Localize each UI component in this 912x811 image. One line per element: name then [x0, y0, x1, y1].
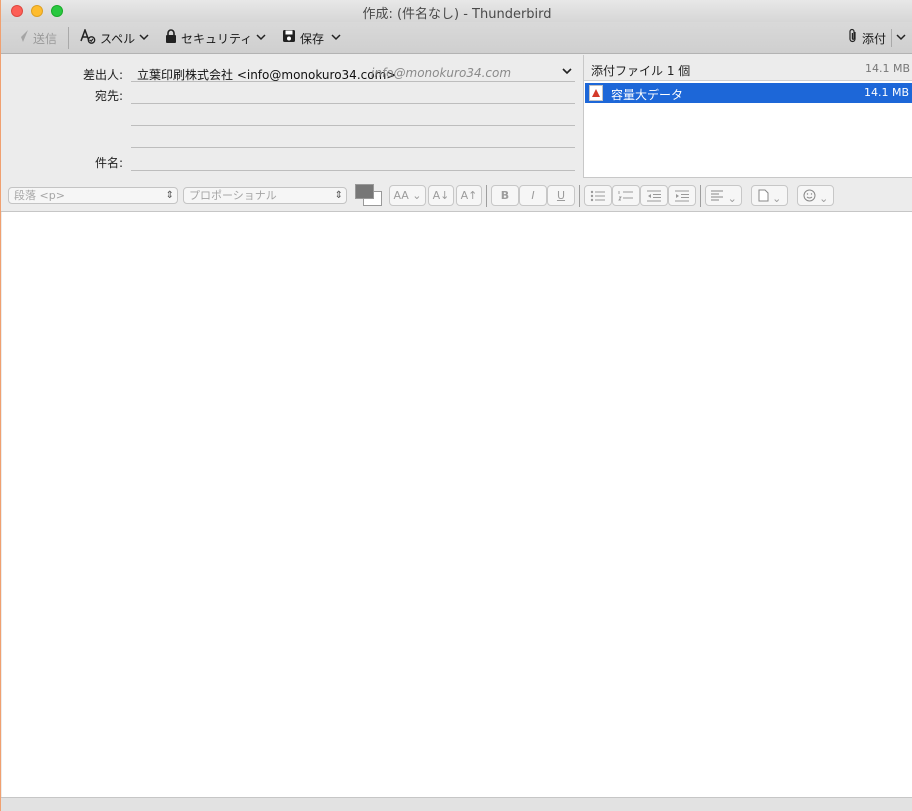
attachment-header[interactable]: 添付ファイル 1 個 14.1 MB	[584, 55, 912, 81]
attachment-total-size: 14.1 MB	[864, 62, 910, 75]
indent-button[interactable]	[668, 185, 696, 206]
emoticon-button[interactable]: ⌄	[797, 185, 834, 206]
save-button[interactable]: 保存	[282, 28, 324, 48]
indent-icon	[675, 190, 689, 202]
spell-dropdown-chevron-icon[interactable]	[139, 28, 149, 49]
attachment-item[interactable]: 容量大データ 14.1 MB	[585, 83, 912, 103]
chevron-down-icon: ⌄	[815, 192, 829, 205]
attach-dropdown-chevron-icon[interactable]	[896, 28, 906, 49]
title-bar: 作成: (件名なし) - Thunderbird	[1, 0, 912, 22]
bullet-list-icon	[590, 190, 605, 202]
subject-label: 件名:	[94, 156, 123, 170]
compose-window: 作成: (件名なし) - Thunderbird 送信 スペル セキュリティ 保…	[0, 0, 912, 811]
italic-button[interactable]: I	[519, 185, 547, 206]
toolbar-separator	[68, 27, 69, 49]
larger-text-button[interactable]: A↑	[456, 185, 482, 206]
recipient-underline	[131, 147, 575, 148]
paragraph-format-select[interactable]: 段落 <p> ⇕	[8, 187, 178, 204]
smiley-icon	[803, 189, 816, 202]
save-icon	[282, 29, 296, 47]
to-underline	[131, 103, 575, 104]
font-size-label: AA	[393, 189, 409, 202]
compose-toolbar: 送信 スペル セキュリティ 保存 添付	[1, 22, 912, 54]
font-select[interactable]: プロポーショナル ⇕	[183, 187, 347, 204]
security-dropdown-chevron-icon[interactable]	[256, 28, 266, 49]
recipient-underline	[131, 125, 575, 126]
send-button[interactable]: 送信	[15, 28, 57, 48]
status-bar	[1, 797, 912, 811]
font-value: プロポーショナル	[189, 189, 277, 202]
attach-button[interactable]: 添付	[848, 28, 886, 48]
from-dropdown-chevron-icon[interactable]	[561, 65, 573, 80]
attachment-count: 添付ファイル 1 個	[591, 64, 691, 78]
send-label: 送信	[33, 31, 58, 46]
format-separator	[579, 185, 580, 207]
from-underline	[131, 81, 575, 82]
chevron-down-icon: ⌄	[768, 192, 782, 205]
toolbar-separator	[891, 29, 892, 47]
insert-button[interactable]: ⌄	[751, 185, 788, 206]
font-size-button[interactable]: AA ⌄	[389, 185, 426, 206]
subject-input[interactable]	[131, 151, 575, 169]
arrow-up-icon: ↑	[468, 189, 478, 202]
chevron-down-icon: ⌄	[408, 189, 422, 202]
text-color-button[interactable]	[355, 184, 374, 199]
outdent-button[interactable]	[640, 185, 668, 206]
attachment-pane: 添付ファイル 1 個 14.1 MB 容量大データ 14.1 MB	[583, 55, 912, 178]
format-toolbar: 段落 <p> ⇕ プロポーショナル ⇕ AA ⌄ A↓ A↑ B I U ⌄ ⌄…	[1, 181, 912, 212]
attachment-name: 容量大データ	[611, 88, 684, 102]
to-label: 宛先:	[94, 89, 123, 103]
outdent-icon	[647, 190, 661, 202]
underline-button[interactable]: U	[547, 185, 575, 206]
updown-chevron-icon: ⇕	[334, 190, 343, 201]
to-input[interactable]	[131, 85, 575, 103]
chevron-down-icon: ⌄	[724, 192, 737, 205]
spellcheck-icon	[80, 27, 96, 48]
window-title: 作成: (件名なし) - Thunderbird	[362, 7, 552, 22]
message-body-editor[interactable]	[2, 212, 912, 797]
bold-button[interactable]: B	[491, 185, 519, 206]
align-button[interactable]: ⌄	[705, 185, 742, 206]
format-separator	[700, 185, 701, 207]
format-separator	[486, 185, 487, 207]
from-label: 差出人:	[82, 68, 123, 82]
paragraph-format-value: 段落 <p>	[14, 189, 65, 202]
document-icon	[758, 189, 769, 202]
from-identity: info@monokuro34.com	[371, 66, 512, 80]
arrow-down-icon: ↓	[440, 189, 450, 202]
spell-label: スペル	[100, 31, 136, 46]
align-left-icon	[711, 190, 724, 201]
attach-label: 添付	[862, 31, 887, 46]
save-label: 保存	[300, 31, 325, 46]
save-dropdown-chevron-icon[interactable]	[331, 28, 341, 49]
smaller-text-button[interactable]: A↓	[428, 185, 454, 206]
bullet-list-button[interactable]	[584, 185, 612, 206]
lock-icon	[165, 29, 177, 47]
pdf-file-icon	[589, 85, 603, 101]
send-icon	[15, 29, 29, 47]
security-button[interactable]: セキュリティ	[165, 28, 252, 48]
numbered-list-button[interactable]	[612, 185, 640, 206]
attachment-size: 14.1 MB	[863, 86, 909, 99]
recipient-input-2[interactable]	[131, 107, 575, 125]
spell-button[interactable]: スペル	[80, 27, 136, 48]
security-label: セキュリティ	[181, 31, 253, 46]
numbered-list-icon	[618, 191, 633, 201]
subject-underline	[131, 170, 575, 171]
paperclip-icon	[848, 28, 858, 48]
updown-chevron-icon: ⇕	[165, 190, 174, 201]
